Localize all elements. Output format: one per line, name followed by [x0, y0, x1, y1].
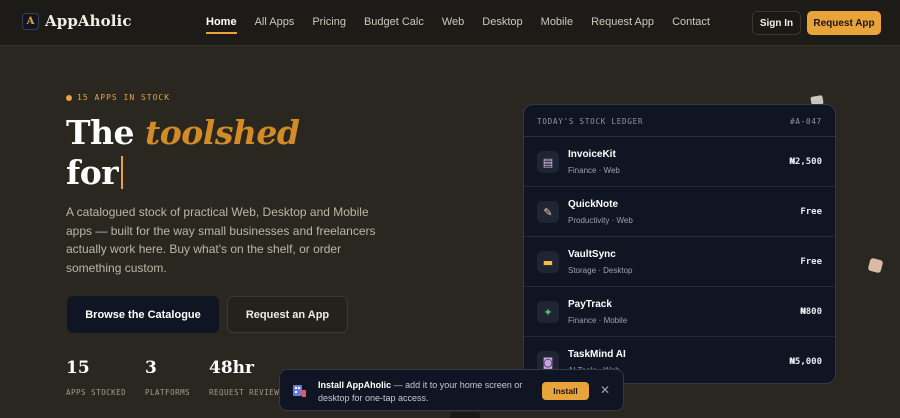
install-button[interactable]: Install	[542, 382, 589, 400]
install-toast-message: Install AppAholic — add it to your home …	[318, 379, 538, 404]
app-meta: Finance · Web	[568, 166, 620, 175]
headline-line2: for	[66, 153, 119, 192]
typing-caret	[121, 156, 124, 189]
ledger-row[interactable]: ✎ QuickNote Productivity · Web Free	[524, 187, 835, 237]
nav-links: Home All Apps Pricing Budget Calc Web De…	[206, 16, 728, 34]
brand-name[interactable]: AppAholic	[45, 12, 132, 30]
ledger-id: #A-047	[790, 117, 822, 126]
notepad-icon: ✎	[537, 201, 559, 223]
close-icon[interactable]: ✕	[600, 383, 610, 397]
install-toast: Install AppAholic — add it to your home …	[279, 369, 624, 411]
ledger-row[interactable]: ✦ PayTrack Finance · Mobile ₦800	[524, 287, 835, 337]
app-price: ₦5,000	[789, 357, 822, 367]
ledger-title: TODAY'S STOCK LEDGER	[537, 117, 644, 126]
eyebrow-text: 15 APPS IN STOCK	[77, 93, 171, 102]
headline-accent: toolshed	[145, 113, 300, 152]
stat-apps-stocked: 15 APPS STOCKED	[66, 358, 126, 397]
stat-request-review: 48hr REQUEST REVIEW	[209, 358, 279, 397]
money-icon: ✦	[537, 301, 559, 323]
page-title: The toolshed for	[66, 113, 300, 193]
install-toast-title: Install AppAholic	[318, 380, 392, 390]
ledger-row[interactable]: ▤ InvoiceKit Finance · Web ₦2,500	[524, 137, 835, 187]
stat-label: REQUEST REVIEW	[209, 388, 280, 397]
stat-label: PLATFORMS	[145, 388, 191, 397]
nav-link-request-app[interactable]: Request App	[591, 16, 654, 34]
app-name: QuickNote	[568, 199, 619, 210]
nav-link-budget-calc[interactable]: Budget Calc	[364, 16, 424, 34]
nav-link-web[interactable]: Web	[442, 16, 464, 34]
app-meta: Productivity · Web	[568, 216, 633, 225]
ledger-header: TODAY'S STOCK LEDGER #A-047	[524, 105, 835, 137]
request-app-button[interactable]: Request an App	[227, 296, 348, 333]
stat-value: 48hr	[209, 358, 254, 378]
app-price: Free	[800, 207, 822, 217]
nav-link-mobile[interactable]: Mobile	[541, 16, 573, 34]
ledger-row[interactable]: ▬ VaultSync Storage · Desktop Free	[524, 237, 835, 287]
hero-description: A catalogued stock of practical Web, Des…	[66, 205, 376, 275]
status-dot-icon	[66, 94, 72, 101]
stock-ledger-card: TODAY'S STOCK LEDGER #A-047 ▤ InvoiceKit F…	[523, 104, 836, 384]
stock-eyebrow: 15 APPS IN STOCK	[66, 93, 170, 102]
browse-catalogue-button[interactable]: Browse the Catalogue	[67, 296, 219, 333]
signin-button[interactable]: Sign In	[752, 11, 801, 35]
logo-icon[interactable]: A	[22, 13, 39, 30]
nav-link-desktop[interactable]: Desktop	[482, 16, 522, 34]
receipt-sticker-icon	[867, 257, 884, 274]
app-price: ₦800	[800, 307, 822, 317]
bottom-handle	[450, 412, 480, 418]
app-name: VaultSync	[568, 249, 616, 260]
app-name: InvoiceKit	[568, 149, 616, 160]
stat-value: 3	[145, 358, 157, 378]
nav-link-home[interactable]: Home	[206, 16, 237, 34]
app-name: TaskMind AI	[568, 349, 626, 360]
app-name: PayTrack	[568, 299, 612, 310]
headline-prefix: The	[66, 113, 146, 152]
nav-link-all-apps[interactable]: All Apps	[255, 16, 295, 34]
nav-link-pricing[interactable]: Pricing	[312, 16, 346, 34]
top-nav: A AppAholic Home All Apps Pricing Budget…	[0, 0, 900, 46]
app-price: ₦2,500	[789, 157, 822, 167]
receipt-icon: ▤	[537, 151, 559, 173]
ledger-rows: ▤ InvoiceKit Finance · Web ₦2,500 ✎ QuickNote…	[524, 137, 835, 383]
app-meta: Storage · Desktop	[568, 266, 633, 275]
app-meta: Finance · Mobile	[568, 316, 628, 325]
nav-link-contact[interactable]: Contact	[672, 16, 710, 34]
folder-icon: ▬	[537, 251, 559, 273]
install-app-icon	[293, 385, 306, 397]
stat-value: 15	[66, 358, 90, 378]
stat-platforms: 3 PLATFORMS	[145, 358, 190, 397]
app-price: Free	[800, 257, 822, 267]
request-app-nav-button[interactable]: Request App	[807, 11, 881, 35]
stat-label: APPS STOCKED	[66, 388, 127, 397]
